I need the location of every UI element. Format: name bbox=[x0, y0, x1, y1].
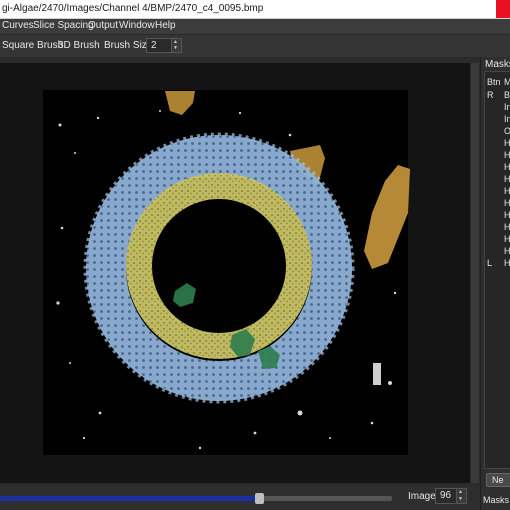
column-header-btn[interactable]: Btn bbox=[487, 77, 501, 87]
mask-row[interactable]: Hy bbox=[485, 150, 510, 162]
mask-row-name: Hy bbox=[504, 234, 510, 244]
mask-row[interactable]: Hy bbox=[485, 162, 510, 174]
mask-row-name: In bbox=[504, 114, 510, 124]
debris-fragment bbox=[373, 363, 381, 385]
mask-row-name: Hy bbox=[504, 174, 510, 184]
mask-row[interactable]: Hy bbox=[485, 222, 510, 234]
mask-row-name: Hy bbox=[504, 162, 510, 172]
image-view[interactable] bbox=[0, 63, 470, 483]
toolbar: Square Brush 3D Brush Brush Size: 2 ▲ ▼ bbox=[0, 35, 510, 58]
mask-row-name: Hy bbox=[504, 186, 510, 196]
3d-brush-button[interactable]: 3D Brush bbox=[58, 40, 100, 51]
mask-row-name: Hy bbox=[504, 258, 510, 268]
image-index-spinbox[interactable]: 96 ▲ ▼ bbox=[435, 488, 467, 504]
image-slider-handle[interactable] bbox=[254, 493, 264, 504]
image-index-value: 96 bbox=[440, 490, 452, 501]
square-brush-button[interactable]: Square Brush bbox=[2, 40, 63, 51]
mask-row-name: Hy bbox=[504, 198, 510, 208]
image-navigation-bar: Image: 96 ▲ ▼ bbox=[0, 486, 480, 510]
mask-row[interactable]: L Hy bbox=[485, 258, 510, 270]
image-label: Image: bbox=[408, 491, 439, 502]
brush-size-value: 2 bbox=[151, 40, 157, 51]
masks-dock-label: Masks (... bbox=[483, 495, 510, 505]
mask-row[interactable]: Hy bbox=[485, 186, 510, 198]
mask-row[interactable]: Hy bbox=[485, 138, 510, 150]
menu-help[interactable]: Help bbox=[155, 20, 176, 31]
spin-down-icon[interactable]: ▼ bbox=[458, 497, 463, 502]
menu-output[interactable]: Output bbox=[88, 20, 118, 31]
title-bar: gi-Algae/2470/Images/Channel 4/BMP/2470_… bbox=[0, 0, 510, 19]
new-mask-button[interactable]: Ne bbox=[486, 473, 510, 487]
close-window-button[interactable] bbox=[496, 0, 510, 18]
image-slider[interactable] bbox=[0, 493, 392, 504]
masks-list[interactable]: Btn M RBa In In Ou Hy Hy Hy Hy Hy Hy Hy … bbox=[484, 71, 510, 469]
window-title: gi-Algae/2470/Images/Channel 4/BMP/2470_… bbox=[2, 3, 264, 14]
mask-row-name: Hy bbox=[504, 210, 510, 220]
brush-size-spinbox[interactable]: 2 ▲ ▼ bbox=[146, 38, 182, 53]
menu-window[interactable]: Window bbox=[119, 20, 155, 31]
mask-row-name: Hy bbox=[504, 222, 510, 232]
mask-row-btn: R bbox=[487, 90, 494, 100]
menu-curves[interactable]: Curves bbox=[2, 20, 34, 31]
vertical-scrollbar[interactable] bbox=[471, 63, 479, 483]
mask-row-name: Ou bbox=[504, 126, 510, 136]
masks-panel: Masks ( Btn M R Ba In In Ou Hy Hy Hy Hy H… bbox=[480, 57, 510, 510]
mask-row[interactable]: Hy bbox=[485, 210, 510, 222]
image-slider-fill bbox=[0, 496, 259, 501]
menu-bar: Curves Slice Spacing Output Window Help bbox=[0, 19, 510, 35]
mask-row[interactable]: Hy bbox=[485, 246, 510, 258]
mask-row[interactable]: In bbox=[485, 114, 510, 126]
mask-row-name: Hy bbox=[504, 138, 510, 148]
mask-row[interactable]: In bbox=[485, 102, 510, 114]
new-mask-button-label: Ne bbox=[492, 475, 504, 485]
mask-row[interactable]: Hy bbox=[485, 174, 510, 186]
mask-row-btn: L bbox=[487, 258, 493, 268]
image-canvas-panel[interactable] bbox=[0, 63, 470, 483]
spin-up-icon[interactable]: ▲ bbox=[458, 490, 463, 495]
mask-row[interactable]: R Ba bbox=[485, 90, 510, 102]
mask-row-name: Hy bbox=[504, 150, 510, 160]
mask-row[interactable]: Hy bbox=[485, 234, 510, 246]
mask-row-name: Ba bbox=[504, 90, 510, 100]
mask-row-name: Hy bbox=[504, 246, 510, 256]
spin-arrows[interactable]: ▲ ▼ bbox=[171, 39, 181, 52]
mask-row[interactable]: Ou bbox=[485, 126, 510, 138]
column-header-mask[interactable]: M bbox=[504, 77, 510, 87]
menu-slice-spacing[interactable]: Slice Spacing bbox=[33, 20, 94, 31]
mask-row[interactable]: Hy bbox=[485, 198, 510, 210]
masks-panel-title: Masks ( bbox=[485, 59, 510, 70]
image-spin-arrows[interactable]: ▲ ▼ bbox=[456, 489, 466, 503]
spin-down-icon[interactable]: ▼ bbox=[173, 46, 178, 51]
mask-row-name: In bbox=[504, 102, 510, 112]
